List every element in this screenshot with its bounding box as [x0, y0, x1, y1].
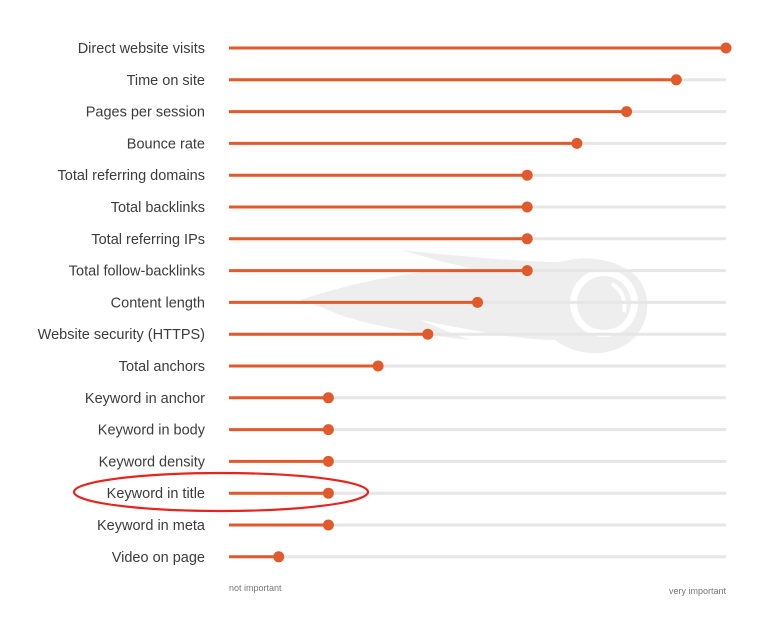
bar-end-dot [621, 106, 633, 118]
category-label: Keyword in body [98, 423, 206, 439]
chart-row: Keyword density [99, 454, 726, 470]
chart-row: Keyword in meta [97, 518, 726, 534]
chart-row: Time on site [127, 73, 726, 89]
category-label: Time on site [127, 73, 205, 89]
chart-row: Total backlinks [111, 200, 726, 216]
category-label: Total anchors [119, 359, 205, 375]
chart-row: Keyword in title [107, 486, 726, 502]
chart-row: Bounce rate [127, 136, 726, 152]
category-label: Total backlinks [111, 200, 205, 216]
chart-row: Total referring domains [58, 168, 726, 184]
category-label: Total referring domains [58, 168, 206, 184]
bar-end-dot [422, 328, 434, 340]
category-label: Website security (HTTPS) [38, 327, 205, 343]
bar-end-dot [521, 233, 533, 245]
category-label: Pages per session [86, 105, 205, 121]
bar-end-dot [322, 455, 334, 467]
category-label: Content length [111, 295, 205, 311]
chart-row: Pages per session [86, 105, 726, 121]
bar-end-dot [322, 487, 334, 499]
bar-end-dot [322, 392, 334, 404]
bar-end-dot [720, 42, 732, 54]
chart-row: Video on page [112, 550, 726, 566]
category-label: Direct website visits [78, 41, 205, 57]
scale-max-label: very important [669, 586, 727, 596]
bar-end-dot [322, 424, 334, 436]
bar-end-dot [322, 519, 334, 531]
bar-end-dot [372, 360, 384, 372]
category-label: Keyword in meta [97, 518, 206, 534]
bar-end-dot [670, 74, 682, 86]
category-label: Keyword in anchor [85, 391, 205, 407]
category-label: Total referring IPs [91, 232, 205, 248]
category-label: Bounce rate [127, 136, 205, 152]
bar-end-dot [472, 296, 483, 308]
category-label: Keyword in title [107, 486, 205, 502]
bar-end-dot [521, 201, 533, 213]
chart-row: Keyword in anchor [85, 391, 726, 407]
chart-row: Direct website visits [78, 41, 732, 57]
bar-end-dot [521, 265, 533, 277]
chart-row: Total referring IPs [91, 232, 726, 248]
category-label: Keyword density [99, 454, 206, 470]
chart-row: Keyword in body [98, 423, 726, 439]
bar-end-dot [521, 169, 533, 181]
category-label: Video on page [112, 550, 205, 566]
category-label: Total follow-backlinks [69, 264, 205, 280]
chart-row: Total anchors [119, 359, 726, 375]
scale-min-label: not important [229, 583, 282, 593]
bar-end-dot [273, 551, 285, 563]
bar-end-dot [571, 137, 583, 149]
ranking-factors-chart: Direct website visits Time on site Pages p… [38, 41, 732, 596]
